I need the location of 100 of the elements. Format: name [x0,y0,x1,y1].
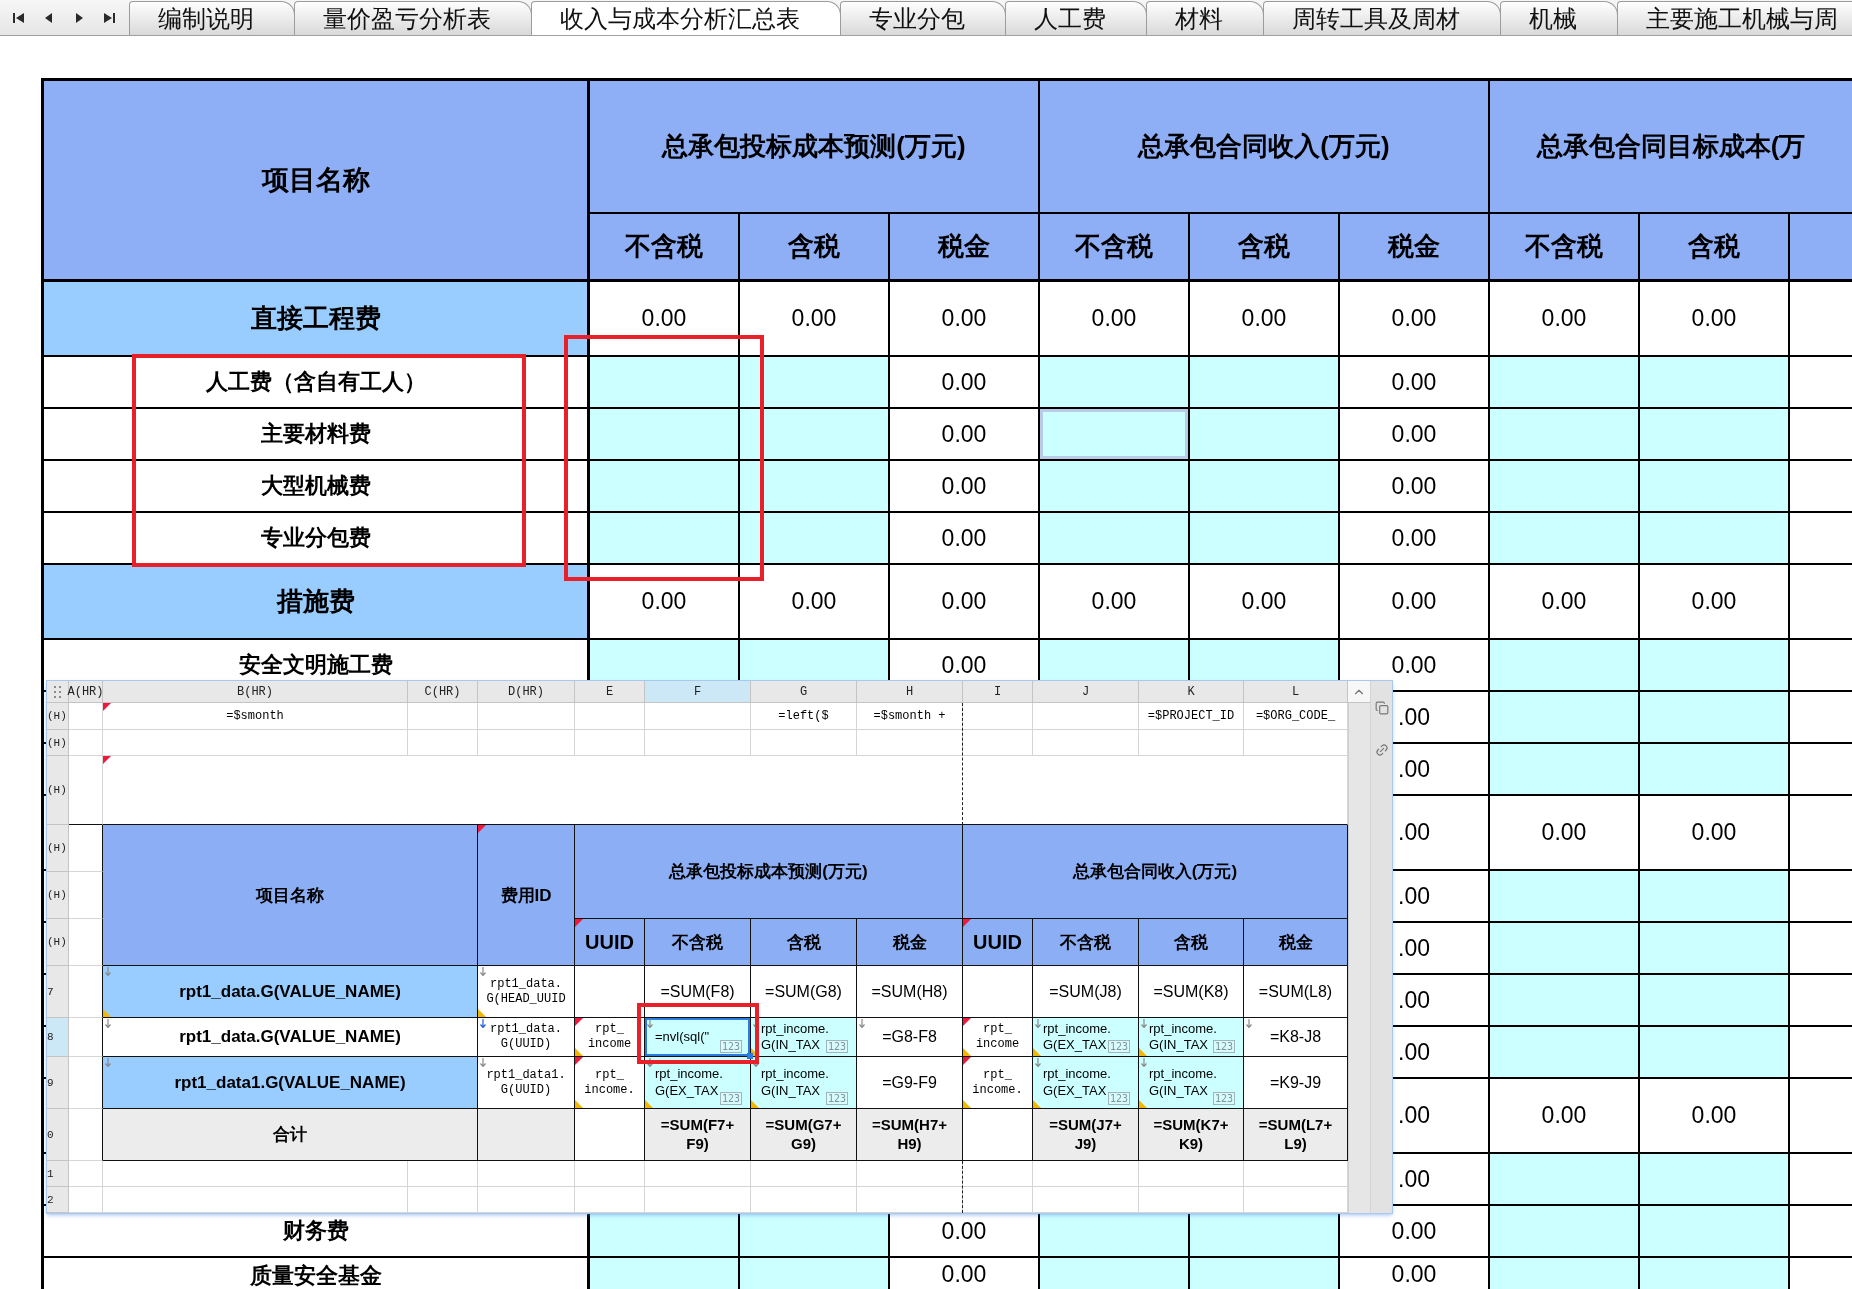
field-cell[interactable]: rpt_income. G(IN_TAX 123 [751,1018,857,1057]
row-header[interactable]: (H) [47,703,69,730]
input-cell[interactable] [1490,1206,1640,1258]
expression-cell[interactable]: =$smonth + [857,703,963,730]
empty-cell[interactable] [69,872,103,919]
copy-icon[interactable] [1374,701,1389,715]
column-header[interactable]: H [857,681,963,703]
sheet-tab[interactable]: 专业分包 [840,1,1006,35]
input-cell[interactable] [1640,513,1790,565]
group-header[interactable]: 总承包投标成本预测(万元) [575,825,963,919]
input-cell[interactable] [740,461,890,513]
input-cell[interactable] [1640,692,1790,744]
field-cell[interactable]: rpt_income. G(EX_TAX 123 [1033,1057,1139,1109]
field-cell[interactable]: rpt_income. G(EX_TAX 123 [1033,1018,1139,1057]
expression-cell[interactable]: rpt1_data. G(UUID) [478,1018,575,1057]
column-header[interactable]: K [1139,681,1244,703]
input-cell[interactable] [1490,1154,1640,1206]
header-cell[interactable]: 不含税 [645,919,751,966]
input-cell[interactable] [1640,975,1790,1027]
formula-cell[interactable]: =SUM(L8) [1244,966,1348,1018]
input-cell[interactable] [740,513,890,565]
formula-cell[interactable]: =SUM(H8) [857,966,963,1018]
input-cell[interactable] [1490,1027,1640,1079]
row-header[interactable]: 0 [47,1109,69,1161]
input-cell[interactable] [1040,513,1190,565]
row-header[interactable]: (H) [47,730,69,756]
column-header[interactable]: I [963,681,1033,703]
name-cell[interactable]: rpt1_data1.G(VALUE_NAME) [103,1057,478,1109]
column-header[interactable]: C(HR) [408,681,478,703]
formula-cell[interactable]: =G9-F9 [857,1057,963,1109]
sheet-tab[interactable]: 收入与成本分析汇总表 [531,1,841,35]
header-cell[interactable]: 不含税 [1033,919,1139,966]
row-header[interactable]: 1 [47,1161,69,1187]
field-cell[interactable]: rpt_income. G(IN_TAX 123 [1139,1018,1244,1057]
input-cell[interactable] [1490,692,1640,744]
total-cell[interactable]: =SUM(L7+ L9) [1244,1109,1348,1161]
input-cell[interactable] [590,461,740,513]
input-cell[interactable] [1190,461,1340,513]
formula-cell[interactable]: =SUM(K8) [1139,966,1244,1018]
column-header[interactable]: D(HR) [478,681,575,703]
expression-cell[interactable]: rpt_ income. [575,1057,645,1109]
input-cell[interactable] [1640,1027,1790,1079]
header-cell[interactable]: 项目名称 [103,825,478,966]
row-header[interactable]: (H) [47,756,69,825]
formula-cell[interactable]: =K8-J8 [1244,1018,1348,1057]
formula-cell[interactable]: =K9-J9 [1244,1057,1348,1109]
input-cell[interactable] [590,357,740,409]
input-cell[interactable] [1640,640,1790,692]
input-cell[interactable] [1640,357,1790,409]
group-header[interactable]: 总承包合同收入(万元) [963,825,1348,919]
name-cell[interactable]: rpt1_data.G(VALUE_NAME) [103,966,478,1018]
fill-handle[interactable] [747,1053,753,1059]
row-header[interactable]: (H) [47,872,69,919]
row-header[interactable]: 9 [47,1057,69,1109]
sheet-tab[interactable]: 材料 [1146,1,1264,35]
sheet-tab[interactable]: 量价盈亏分析表 [294,1,532,35]
row-header[interactable]: (H) [47,919,69,966]
header-cell[interactable]: 费用ID [478,825,575,966]
expression-cell[interactable]: =left($ [751,703,857,730]
input-cell[interactable] [1040,357,1190,409]
name-cell[interactable]: 合计 [103,1109,478,1161]
input-cell[interactable] [1490,975,1640,1027]
input-cell[interactable] [740,357,890,409]
expression-cell[interactable]: rpt1_data1. G(UUID) [478,1057,575,1109]
total-cell[interactable]: =SUM(J7+ J9) [1033,1109,1139,1161]
input-cell[interactable] [1640,744,1790,796]
expression-cell[interactable]: rpt_ income [575,1018,645,1057]
expression-cell[interactable]: rpt_ income [963,1018,1033,1057]
input-cell[interactable] [740,409,890,461]
input-cell[interactable] [1190,357,1340,409]
total-cell[interactable]: =SUM(F7+ F9) [645,1109,751,1161]
scrollbar[interactable] [1348,703,1370,1213]
expression-cell[interactable]: rpt_ income. [963,1057,1033,1109]
input-cell[interactable] [1640,1154,1790,1206]
header-cell[interactable]: 含税 [1139,919,1244,966]
header-cell[interactable]: 税金 [857,919,963,966]
sheet-tab[interactable]: 人工费 [1005,1,1147,35]
input-cell[interactable] [1640,923,1790,975]
column-header[interactable]: B(HR) [103,681,408,703]
expression-cell[interactable]: =$smonth [103,703,408,730]
scroll-up-button[interactable] [1348,681,1370,703]
column-header[interactable]: F [645,681,751,703]
input-cell[interactable] [1640,461,1790,513]
sheet-tab[interactable]: 主要施工机械与周 [1617,1,1852,35]
sheet-tab[interactable]: 周转工具及周材 [1263,1,1501,35]
formula-cell[interactable]: =SUM(G8) [751,966,857,1018]
input-cell[interactable] [1640,1206,1790,1258]
field-cell[interactable]: rpt_income. G(EX_TAX 123 [645,1057,751,1109]
input-cell[interactable] [1040,461,1190,513]
total-cell[interactable]: =SUM(G7+ G9) [751,1109,857,1161]
row-header[interactable]: (H) [47,825,69,872]
input-cell[interactable] [1490,461,1640,513]
input-cell[interactable] [1190,513,1340,565]
field-cell[interactable]: rpt_income. G(IN_TAX 123 [1139,1057,1244,1109]
header-cell[interactable]: 税金 [1244,919,1348,966]
column-header[interactable]: G [751,681,857,703]
input-cell[interactable] [1490,744,1640,796]
expression-cell[interactable]: =$ORG_CODE_ [1244,703,1348,730]
header-cell[interactable]: 含税 [751,919,857,966]
sheet-tab[interactable]: 编制说明 [129,1,295,35]
